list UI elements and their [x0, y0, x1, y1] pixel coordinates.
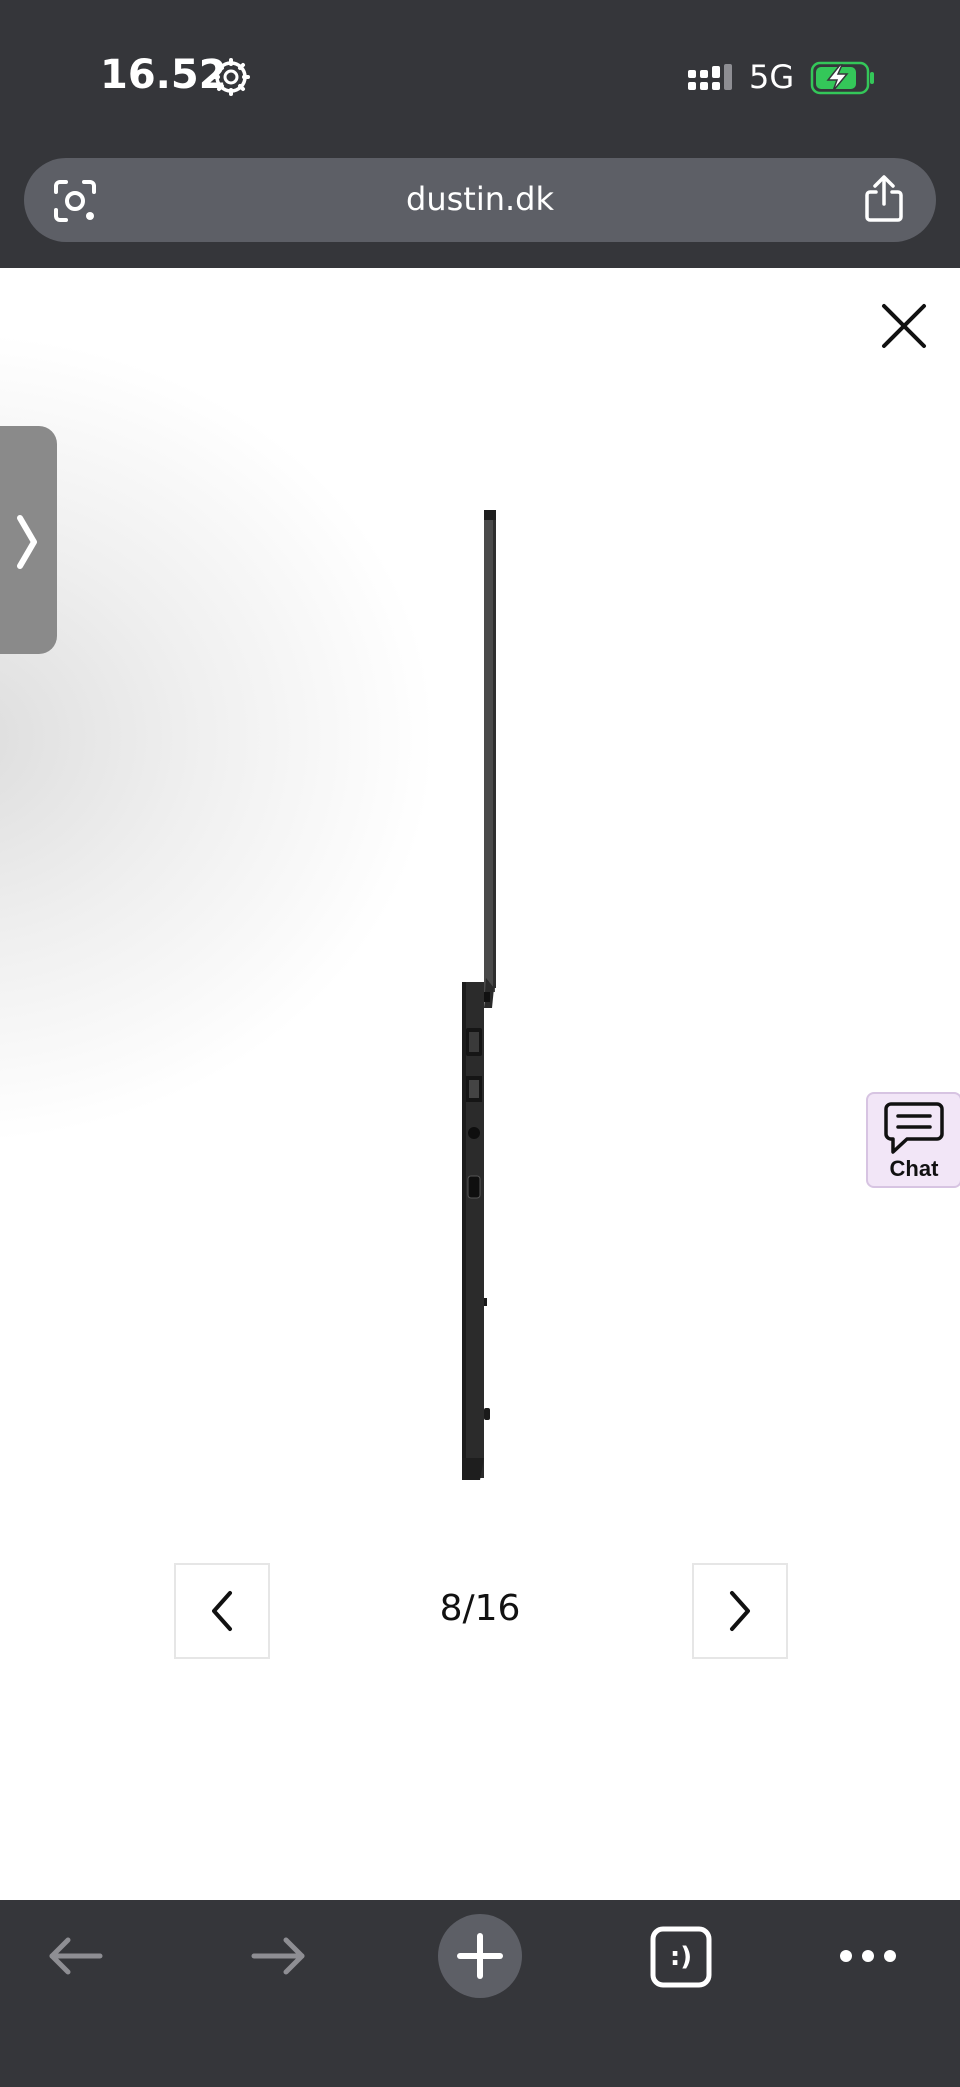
forward-icon: [251, 1937, 305, 1975]
chevron-left-icon: [212, 1591, 232, 1631]
chat-button[interactable]: Chat: [866, 1092, 960, 1188]
chevron-right-icon: [730, 1591, 750, 1631]
previous-image-button[interactable]: [174, 1563, 270, 1659]
chat-label: Chat: [889, 1156, 939, 1181]
back-button[interactable]: [16, 1900, 136, 2010]
tabs-glyph: :): [669, 1942, 693, 1972]
browser-top-bar: 16.52 5G dustin.dk: [0, 0, 960, 268]
background-shadow: [0, 328, 440, 1148]
browser-bottom-toolbar: :): [0, 1900, 960, 2087]
signal-icon: [688, 64, 732, 90]
chat-bubble-icon: [884, 1102, 944, 1154]
gear-icon: [212, 58, 250, 96]
more-icon: [840, 1950, 896, 1962]
close-icon[interactable]: [878, 300, 930, 352]
chevron-right-icon: [17, 515, 37, 569]
forward-button[interactable]: [218, 1900, 338, 2010]
side-drawer-tab[interactable]: [0, 426, 57, 654]
url-text[interactable]: dustin.dk: [24, 180, 936, 218]
share-icon[interactable]: [862, 174, 906, 224]
status-time: 16.52: [100, 52, 227, 98]
address-bar[interactable]: dustin.dk: [24, 158, 936, 242]
next-image-button[interactable]: [692, 1563, 788, 1659]
new-tab-button[interactable]: [420, 1900, 540, 2010]
more-button[interactable]: [808, 1900, 928, 2010]
page-counter: 8/16: [439, 1588, 521, 1629]
tabs-button[interactable]: :): [622, 1900, 742, 2010]
new-tab-icon: [438, 1914, 522, 1998]
image-gallery: Chat 8/16: [0, 268, 960, 1900]
back-icon: [49, 1937, 103, 1975]
network-type-label: 5G: [749, 58, 795, 96]
battery-charging-icon: [810, 61, 874, 95]
product-image: [462, 510, 496, 1480]
